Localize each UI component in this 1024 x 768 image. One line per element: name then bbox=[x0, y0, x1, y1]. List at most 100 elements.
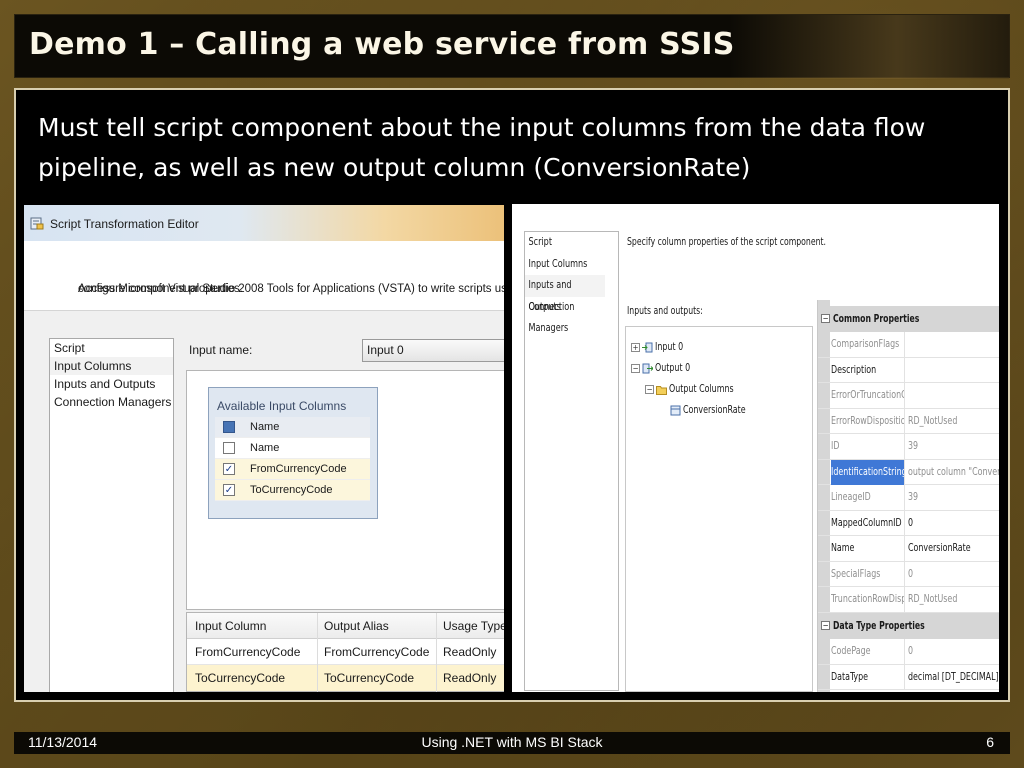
column-name: ToCurrencyCode bbox=[250, 484, 333, 496]
property-key: TruncationRowDisp bbox=[831, 593, 904, 605]
expand-toggle-icon[interactable]: + bbox=[631, 343, 640, 352]
slide-body-text: Must tell script component about the inp… bbox=[38, 113, 926, 182]
grid-divider bbox=[436, 613, 437, 692]
property-row-selected[interactable]: IdentificationString output column "Conve… bbox=[818, 459, 999, 485]
column-row: Name bbox=[215, 438, 370, 459]
grid-cell: ToCurrencyCode bbox=[195, 671, 286, 685]
property-row[interactable]: DataType decimal [DT_DECIMAL] bbox=[818, 664, 999, 690]
data-type-properties-category[interactable]: − Data Type Properties bbox=[818, 613, 999, 639]
category-label: Common Properties bbox=[833, 313, 920, 325]
column-name: Name bbox=[250, 442, 280, 454]
input-name-label: Input name: bbox=[189, 343, 253, 357]
grid-cell: ReadOnly bbox=[443, 645, 497, 659]
column-row: ✓ ToCurrencyCode bbox=[215, 480, 370, 501]
column-checkbox[interactable]: ✓ bbox=[223, 484, 235, 496]
property-value: 39 bbox=[908, 491, 919, 503]
editor-nav-list-right: Script Input Columns Inputs and Outputs … bbox=[524, 231, 619, 691]
grid-header-usage-type[interactable]: Usage Type bbox=[443, 613, 504, 639]
title-bar: Demo 1 – Calling a web service from SSIS bbox=[14, 14, 1010, 79]
property-value: 0 bbox=[908, 567, 914, 580]
description-text: Access Microsoft Visual Studio 2008 Tool… bbox=[78, 283, 504, 295]
folder-icon bbox=[656, 386, 667, 395]
footer-title: Using .NET with MS BI Stack bbox=[421, 734, 603, 750]
inputs-outputs-tree: + Input 0 − Output 0 − Output Columns Co… bbox=[625, 326, 813, 692]
property-key: IdentificationString bbox=[831, 465, 904, 478]
property-row[interactable]: CodePage 0 bbox=[818, 639, 999, 665]
window-title: Script Transformation Editor bbox=[50, 217, 199, 231]
tree-node-input[interactable]: Input 0 bbox=[655, 341, 683, 353]
grid-cell: ToCurrencyCode bbox=[324, 671, 415, 685]
tree-node-output[interactable]: Output 0 bbox=[655, 362, 690, 374]
property-key: ID bbox=[831, 440, 840, 452]
editor-window-icon bbox=[30, 217, 44, 230]
output-icon bbox=[642, 363, 653, 374]
property-value: RD_NotUsed bbox=[908, 414, 958, 427]
collapse-toggle-icon[interactable]: − bbox=[631, 364, 640, 373]
collapse-toggle-icon[interactable]: − bbox=[821, 621, 830, 630]
collapse-toggle-icon[interactable]: − bbox=[645, 385, 654, 394]
available-columns-title: Available Input Columns bbox=[217, 399, 347, 413]
property-row[interactable]: ErrorRowDisposition RD_NotUsed bbox=[818, 408, 999, 434]
column-checkbox[interactable] bbox=[223, 442, 235, 454]
category-label: Data Type Properties bbox=[833, 620, 925, 632]
property-row[interactable]: Description bbox=[818, 357, 999, 383]
nav-item-script[interactable]: Script bbox=[50, 339, 173, 357]
property-key: MappedColumnID bbox=[831, 516, 902, 529]
grid-header-output-alias[interactable]: Output Alias bbox=[324, 613, 389, 639]
table-row[interactable]: FromCurrencyCode FromCurrencyCode ReadOn… bbox=[187, 639, 504, 665]
script-transformation-editor-screenshot: Script Transformation Editor Access Micr… bbox=[24, 205, 504, 692]
inputs-and-outputs-screenshot: Script Input Columns Inputs and Outputs … bbox=[512, 204, 999, 692]
property-row[interactable]: ID 39 bbox=[818, 434, 999, 460]
page-number: 6 bbox=[986, 734, 994, 750]
nav-item-inputs-and-outputs[interactable]: Inputs and Outputs bbox=[525, 275, 605, 313]
nav-item-connection-managers[interactable]: Connection Managers bbox=[525, 297, 605, 335]
property-row[interactable]: Name ConversionRate bbox=[818, 536, 999, 562]
property-value: 0 bbox=[908, 645, 914, 657]
property-key: Name bbox=[831, 542, 855, 554]
common-properties-category[interactable]: − Common Properties bbox=[818, 306, 999, 332]
property-row[interactable]: SpecialFlags 0 bbox=[818, 561, 999, 587]
property-key: LineageID bbox=[831, 491, 871, 503]
column-checkbox[interactable]: ✓ bbox=[223, 463, 235, 475]
columns-header-row: Name bbox=[215, 417, 370, 438]
nav-item-input-columns[interactable]: Input Columns bbox=[525, 254, 605, 276]
nav-item-script[interactable]: Script bbox=[525, 232, 605, 254]
property-row[interactable]: ErrorOrTruncationO bbox=[818, 383, 999, 409]
grid-cell: ReadOnly bbox=[443, 671, 497, 685]
property-key: ErrorOrTruncationO bbox=[831, 389, 904, 401]
property-row[interactable]: ComparisonFlags bbox=[818, 332, 999, 358]
grid-header-input-column[interactable]: Input Column bbox=[195, 613, 266, 639]
tree-node-output-columns[interactable]: Output Columns bbox=[669, 383, 734, 395]
grid-divider bbox=[317, 613, 318, 692]
tree-node-conversion-rate[interactable]: ConversionRate bbox=[683, 404, 746, 416]
input-icon bbox=[642, 342, 653, 353]
property-key: CodePage bbox=[831, 645, 871, 657]
available-input-columns: Available Input Columns Name Name ✓ From… bbox=[208, 387, 378, 519]
input-name-select[interactable]: Input 0 bbox=[362, 339, 504, 362]
nav-item-inputs-and-outputs[interactable]: Inputs and Outputs bbox=[50, 375, 173, 393]
property-row[interactable]: LineageID 39 bbox=[818, 485, 999, 511]
table-row[interactable]: ToCurrencyCode ToCurrencyCode ReadOnly bbox=[187, 665, 504, 691]
columns-header-label: Name bbox=[250, 421, 280, 433]
select-all-checkbox[interactable] bbox=[223, 421, 235, 433]
property-value: decimal [DT_DECIMAL] bbox=[908, 670, 999, 683]
nav-item-input-columns[interactable]: Input Columns bbox=[50, 357, 173, 375]
editor-description: Access Microsoft Visual Studio 2008 Tool… bbox=[24, 241, 504, 311]
collapse-toggle-icon[interactable]: − bbox=[821, 314, 830, 323]
column-row: ✓ FromCurrencyCode bbox=[215, 459, 370, 480]
slide-footer: 11/13/2014 Using .NET with MS BI Stack 6 bbox=[14, 732, 1010, 754]
property-row[interactable]: TruncationRowDisp RD_NotUsed bbox=[818, 587, 999, 613]
property-value: ConversionRate bbox=[908, 542, 971, 554]
slide-title: Demo 1 – Calling a web service from SSIS bbox=[29, 27, 735, 62]
grid-header-row: Input Column Output Alias Usage Type bbox=[187, 613, 504, 639]
column-icon bbox=[670, 405, 681, 416]
column-name: FromCurrencyCode bbox=[250, 463, 347, 475]
nav-item-connection-managers[interactable]: Connection Managers bbox=[50, 393, 173, 411]
grid-cell: FromCurrencyCode bbox=[324, 645, 430, 659]
window-titlebar: Script Transformation Editor bbox=[24, 205, 504, 241]
available-columns-table: Name Name ✓ FromCurrencyCode ✓ ToCurrenc… bbox=[215, 417, 370, 501]
property-key: Description bbox=[831, 363, 877, 376]
property-row[interactable]: MappedColumnID 0 bbox=[818, 510, 999, 536]
property-value: 0 bbox=[908, 516, 914, 529]
property-key: ErrorRowDisposition bbox=[831, 414, 904, 427]
